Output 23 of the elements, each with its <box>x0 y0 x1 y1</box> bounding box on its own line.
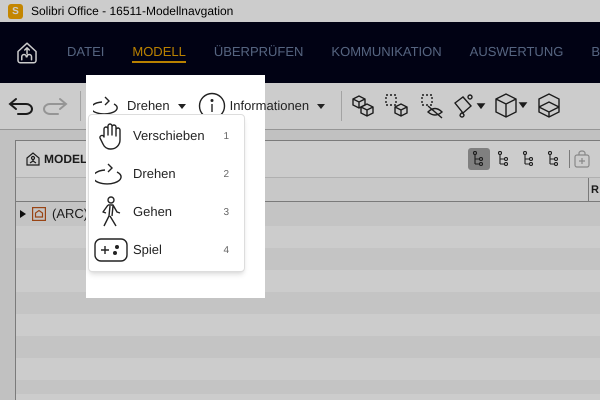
menu-item[interactable]: Verschieben 1 <box>89 117 244 155</box>
shortcut-key: 1 <box>223 128 229 144</box>
ribbon-tab[interactable]: MODELL <box>132 42 186 62</box>
column-header: R <box>588 178 600 201</box>
undo-icon[interactable] <box>8 96 34 116</box>
cubes-icon[interactable] <box>350 93 376 119</box>
shortcut-key: 3 <box>223 204 229 220</box>
dashed-cube-icon[interactable] <box>384 93 410 119</box>
building-icon <box>32 207 46 221</box>
caret-icon <box>317 104 326 108</box>
menu-item[interactable]: Spiel 4 <box>89 231 244 269</box>
app-icon: S <box>8 4 23 18</box>
shortcut-key: 4 <box>223 242 229 258</box>
expand-caret-icon[interactable] <box>20 210 26 218</box>
tree-view-icon[interactable] <box>468 148 490 170</box>
section-box-icon[interactable] <box>536 92 562 120</box>
panel-title: MODEL <box>44 151 88 168</box>
model-tree-icon <box>26 152 40 166</box>
shortcut-key: 2 <box>223 166 229 182</box>
menu-item[interactable]: Drehen 2 <box>89 155 244 193</box>
cube-icon[interactable] <box>494 92 528 120</box>
window-title: Solibri Office - 16511-Modellnavgation <box>31 3 234 20</box>
gamepad-icon <box>94 238 128 262</box>
